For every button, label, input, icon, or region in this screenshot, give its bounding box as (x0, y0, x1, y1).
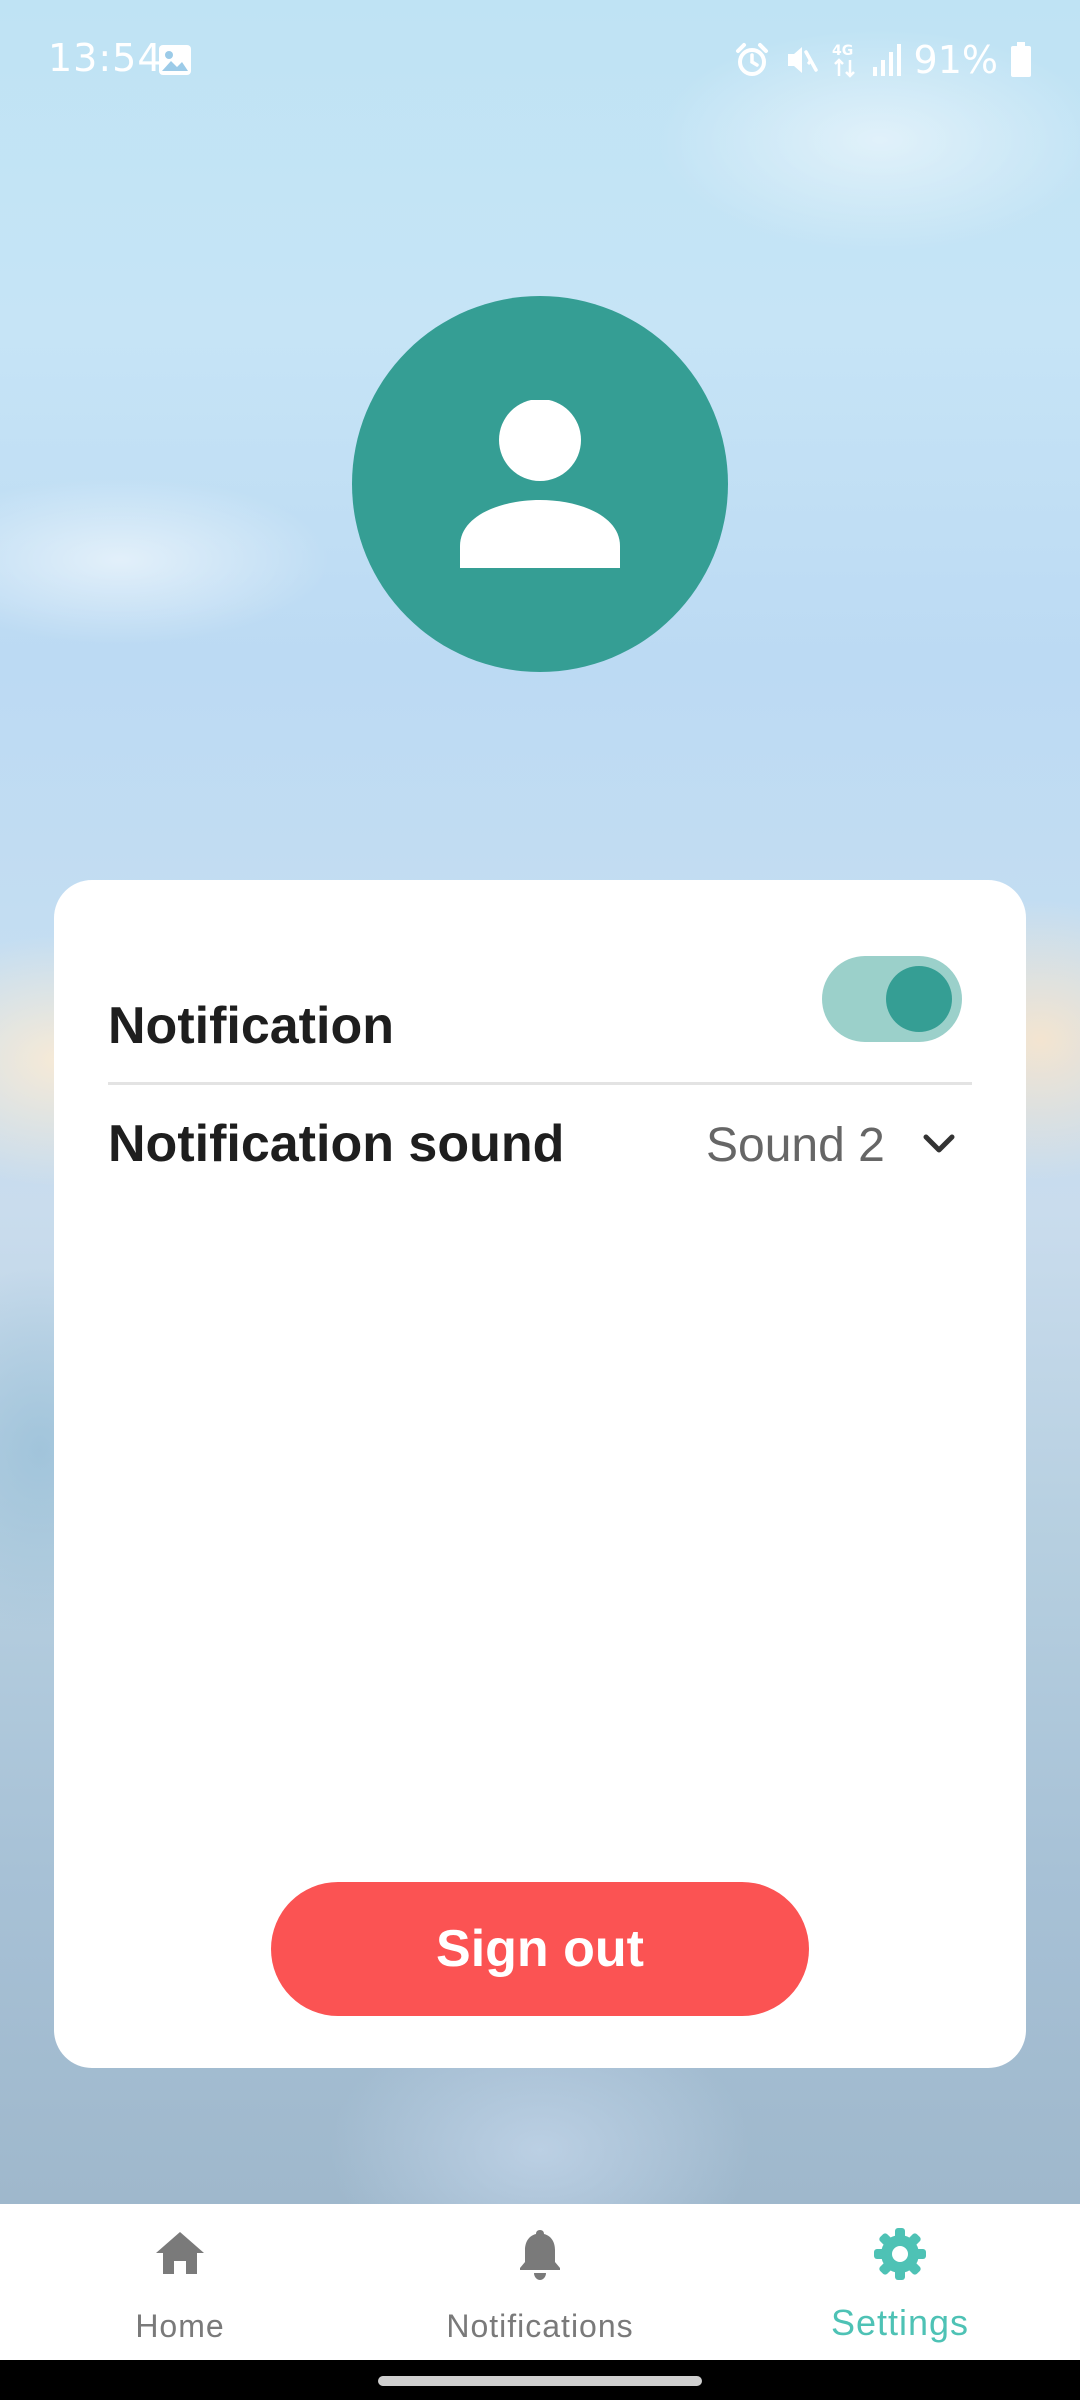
gear-icon (872, 2226, 928, 2287)
battery-percentage: 91% (913, 38, 998, 82)
nav-label-settings: Settings (830, 2302, 970, 2343)
divider (108, 1082, 972, 1085)
bottom-navigation: Home Notifications Settings (0, 2204, 1080, 2360)
sign-out-button[interactable]: Sign out (271, 1882, 809, 2016)
home-icon (152, 2226, 208, 2287)
notification-sound-dropdown[interactable]: Sound 2 (690, 1112, 972, 1180)
profile-avatar[interactable] (352, 296, 728, 672)
status-bar: 13:54 4G 91% (0, 0, 1080, 120)
nav-item-notifications[interactable]: Notifications (360, 2204, 720, 2360)
sound-selected-value: Sound 2 (706, 1119, 885, 1172)
gallery-icon (158, 44, 192, 76)
network-4g-icon: 4G (830, 40, 860, 80)
system-navigation-bar (0, 2360, 1080, 2400)
status-time: 13:54 (48, 36, 163, 80)
vibrate-off-icon (782, 42, 818, 78)
toggle-knob (886, 966, 952, 1032)
nav-label-home: Home (135, 2308, 225, 2344)
alarm-icon (734, 42, 770, 78)
signal-icon (872, 43, 902, 77)
nav-label-notifications: Notifications (446, 2308, 634, 2344)
notification-toggle[interactable] (822, 956, 962, 1042)
person-icon (460, 400, 620, 568)
chevron-down-icon (922, 1132, 956, 1161)
nav-item-home[interactable]: Home (0, 2204, 360, 2360)
notification-sound-label: Notification sound (108, 1115, 565, 1173)
bell-icon (512, 2226, 568, 2287)
status-icons: 4G 91% (734, 38, 1032, 82)
settings-screen: 13:54 4G 91% Notification Notification s… (0, 0, 1080, 2400)
nav-item-settings[interactable]: Settings (720, 2204, 1080, 2360)
battery-icon (1010, 42, 1032, 78)
notification-label: Notification (108, 997, 394, 1055)
svg-text:4G: 4G (832, 43, 853, 59)
gesture-handle[interactable] (378, 2376, 702, 2386)
